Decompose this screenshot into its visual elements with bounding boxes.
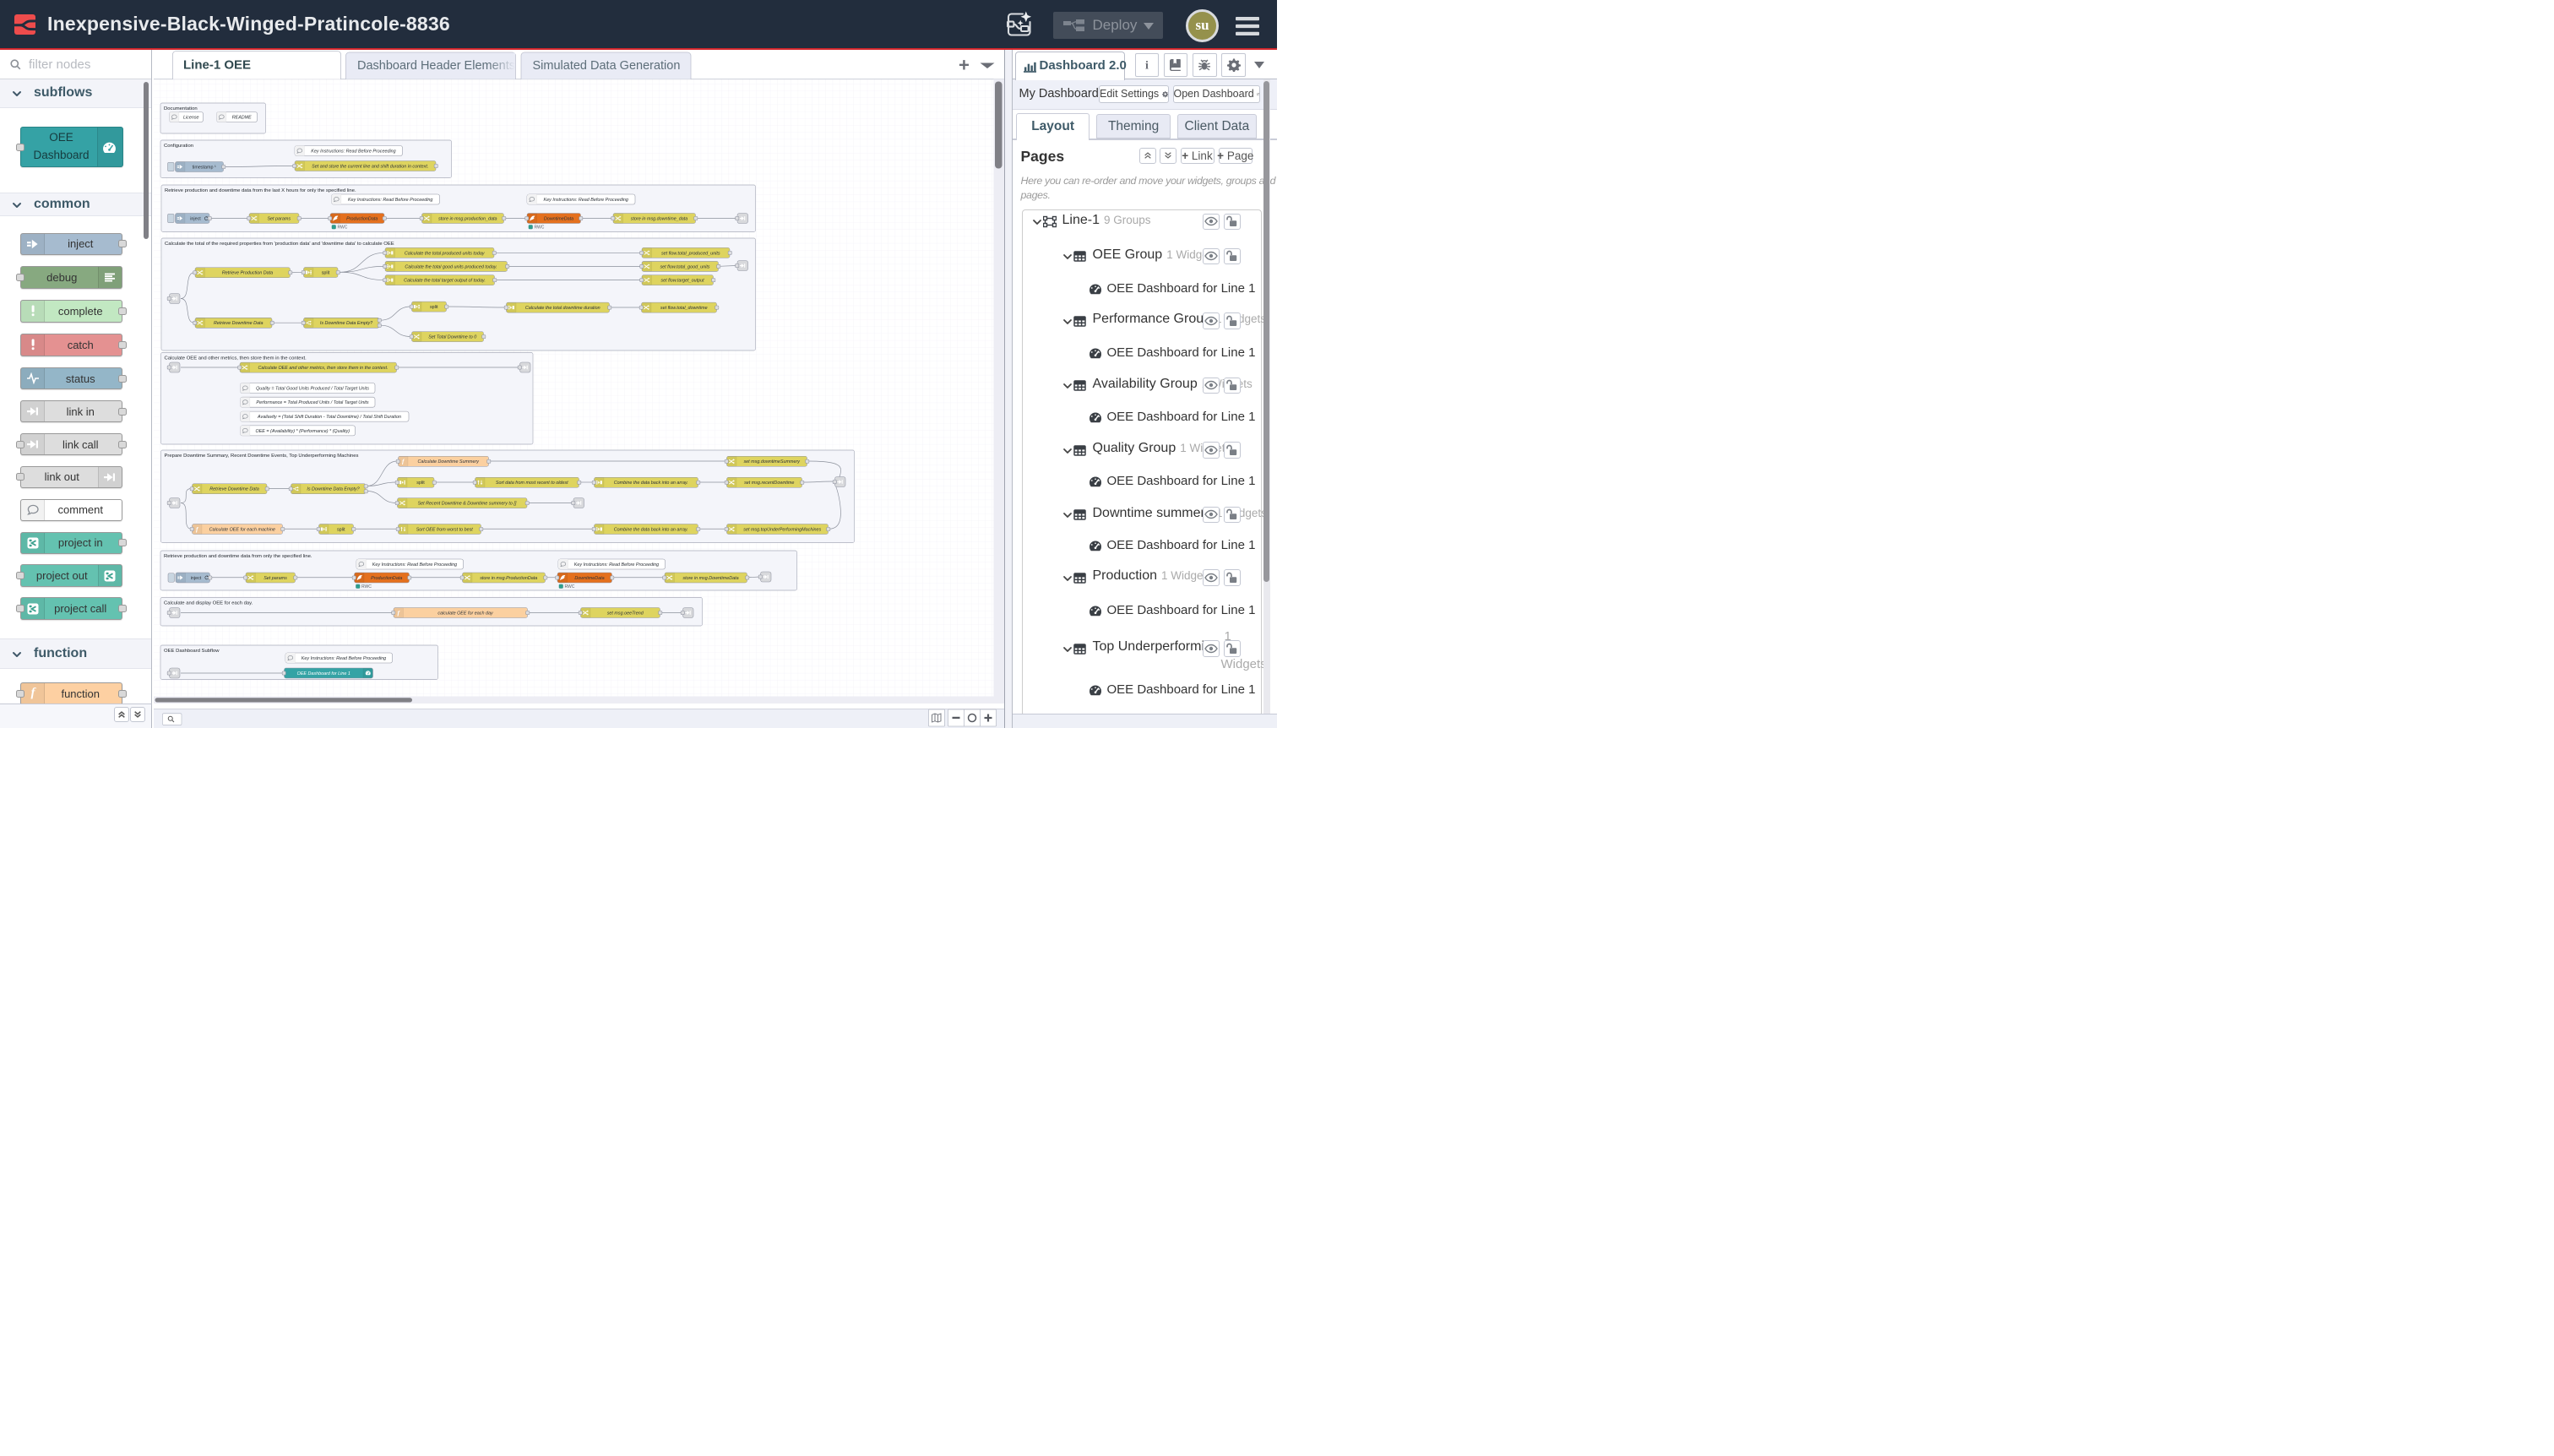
svg-text:set msg.recentDowntime: set msg.recentDowntime xyxy=(744,481,794,486)
svg-text:Set and store the current line: Set and store the current line and shift… xyxy=(312,164,428,169)
svg-text:OEE Dashboard Subflow: OEE Dashboard Subflow xyxy=(164,649,220,654)
svg-text:split: split xyxy=(321,270,329,275)
svg-text:RWC: RWC xyxy=(361,584,372,589)
svg-text:Calculate OEE for each machine: Calculate OEE for each machine xyxy=(209,527,274,532)
svg-text:Quality = Total Good Units Pro: Quality = Total Good Units Produced / To… xyxy=(256,386,369,391)
svg-text:set msg.downtimeSummery: set msg.downtimeSummery xyxy=(743,459,800,465)
svg-text:Calculate OEE and other metric: Calculate OEE and other metrics, then st… xyxy=(258,366,388,371)
svg-text:Documentation: Documentation xyxy=(164,106,198,111)
svg-text:Sort data from most recent to: Sort data from most recent to oldest xyxy=(495,481,568,486)
svg-text:Simulated Data Generation: Simulated Data Generation xyxy=(532,59,680,73)
svg-text:Key Instructions: Read Before: Key Instructions: Read Before Proceeding xyxy=(348,197,432,202)
svg-text:Calculate and display OEE for: Calculate and display OEE for each day. xyxy=(164,600,253,606)
svg-text:Configuration: Configuration xyxy=(164,144,193,149)
svg-text:store in msg.DowntimeData: store in msg.DowntimeData xyxy=(682,575,738,580)
svg-text:+: + xyxy=(959,54,970,75)
svg-text:store in msg.downtime_data: store in msg.downtime_data xyxy=(630,216,687,221)
svg-text:RWC: RWC xyxy=(337,225,347,230)
svg-text:store in msg.ProductionData: store in msg.ProductionData xyxy=(480,575,537,580)
svg-text:Calculate the total downtime d: Calculate the total downtime duration xyxy=(524,306,600,311)
svg-text:timestamp ¹: timestamp ¹ xyxy=(192,165,215,170)
svg-text:set msg.oeeTrend: set msg.oeeTrend xyxy=(606,611,644,616)
svg-text:Calculate the total target out: Calculate the total target output of tod… xyxy=(404,278,486,283)
svg-text:Calculate the total good units: Calculate the total good units produced … xyxy=(405,264,497,269)
svg-text:set flow.total_produced_units: set flow.total_produced_units xyxy=(660,251,720,256)
svg-text:Set Recent Downtime & Downtime: Set Recent Downtime & Downtime summery t… xyxy=(417,501,516,506)
svg-text:Line-1 OEE: Line-1 OEE xyxy=(183,57,251,72)
svg-text:Calculate Downtime Summery: Calculate Downtime Summery xyxy=(417,459,479,465)
svg-text:set msg.topUnderPerformingMach: set msg.topUnderPerformingMachines xyxy=(743,527,821,532)
svg-text:Combine the data back into an: Combine the data back into an array. xyxy=(613,527,687,532)
svg-text:README: README xyxy=(231,115,251,120)
svg-text:Sort OEE from worst to best: Sort OEE from worst to best xyxy=(416,527,473,532)
svg-text:OEE Dashboard for Line 1: OEE Dashboard for Line 1 xyxy=(296,671,350,676)
svg-text:inject: inject xyxy=(190,216,201,221)
svg-text:calculate OEE for each day: calculate OEE for each day xyxy=(437,611,493,616)
svg-text:Retrieve production and downti: Retrieve production and downtime data fr… xyxy=(164,554,312,559)
svg-text:split: split xyxy=(429,305,437,310)
svg-text:set flow.target_output: set flow.target_output xyxy=(660,278,704,283)
svg-text:RWC: RWC xyxy=(564,584,574,589)
svg-text:Key Instructions: Read Before: Key Instructions: Read Before Proceeding xyxy=(311,149,395,154)
svg-text:split: split xyxy=(336,527,345,532)
svg-text:DowntimeData: DowntimeData xyxy=(574,575,604,580)
svg-text:DowntimeData: DowntimeData xyxy=(543,216,573,221)
svg-text:License: License xyxy=(182,115,198,120)
svg-text:Retrieve production and downti: Retrieve production and downtime data fr… xyxy=(165,188,356,193)
svg-text:Key Instructions: Read Before: Key Instructions: Read Before Proceeding xyxy=(573,562,658,567)
svg-text:store in msg.production_data: store in msg.production_data xyxy=(437,216,497,221)
svg-text:f: f xyxy=(30,687,36,699)
svg-text:Is Downtime Data Empty?: Is Downtime Data Empty? xyxy=(307,486,359,492)
svg-text:Calculate the total of the req: Calculate the total of the required prop… xyxy=(165,242,394,247)
svg-text:Retrieve Downtime Data: Retrieve Downtime Data xyxy=(209,486,258,492)
svg-text:Performance = Total Produced U: Performance = Total Produced Units / Tot… xyxy=(256,400,368,405)
svg-text:Set Total Downtime to 0: Set Total Downtime to 0 xyxy=(428,334,476,340)
svg-text:Key Instructions: Read Before: Key Instructions: Read Before Proceeding xyxy=(372,562,456,567)
svg-text:split: split xyxy=(416,481,425,486)
svg-text:set flow.total_good_units: set flow.total_good_units xyxy=(660,264,709,269)
svg-text:Key Instructions: Read Before: Key Instructions: Read Before Proceeding xyxy=(301,655,385,660)
svg-text:ProductionData: ProductionData xyxy=(346,216,378,221)
svg-text:Combine the data back into an: Combine the data back into an array. xyxy=(613,481,687,486)
svg-text:Is Downtime Data Empty?: Is Downtime Data Empty? xyxy=(319,321,372,326)
svg-text:inject: inject xyxy=(190,575,201,580)
svg-text:Key Instructions: Read Before: Key Instructions: Read Before Proceeding xyxy=(543,197,628,202)
svg-text:RWC: RWC xyxy=(534,225,544,230)
svg-text:Availavity = (Total Shift Dura: Availavity = (Total Shift Duration - Tot… xyxy=(257,415,401,420)
svg-text:Prepare Downtime Summary, Rece: Prepare Downtime Summary, Recent Downtim… xyxy=(164,454,358,459)
svg-text:i: i xyxy=(1145,59,1149,72)
svg-text:OEE = (Availability) * (Perfor: OEE = (Availability) * (Performance) * (… xyxy=(255,428,350,433)
svg-text:Calculate the total produced u: Calculate the total produced units today xyxy=(404,251,484,256)
svg-text:Set params: Set params xyxy=(267,216,291,221)
svg-text:Set params: Set params xyxy=(264,575,287,580)
svg-text:Retrieve Downtime Data: Retrieve Downtime Data xyxy=(214,321,263,326)
svg-text:ProductionData: ProductionData xyxy=(371,575,402,580)
svg-text:Retrieve Production Data: Retrieve Production Data xyxy=(221,270,272,275)
svg-text:Calculate OEE and other metric: Calculate OEE and other metrics, then st… xyxy=(164,356,307,361)
svg-text:set flow.total_downtime: set flow.total_downtime xyxy=(660,306,707,311)
